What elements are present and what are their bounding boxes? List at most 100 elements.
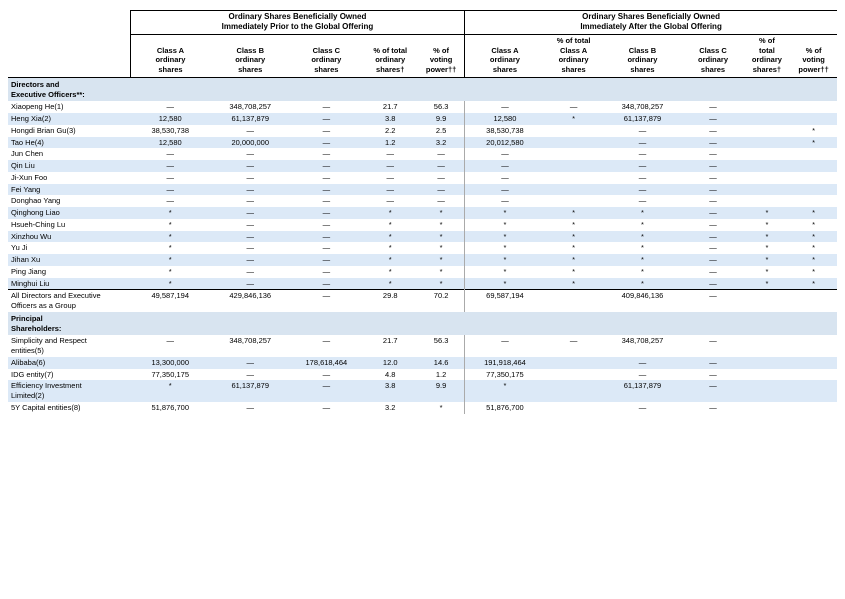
- table-cell: —: [290, 148, 362, 160]
- row-label: Jihan Xu: [8, 254, 130, 266]
- table-cell: *: [130, 266, 210, 278]
- table-cell: [790, 290, 837, 312]
- table-cell: —: [210, 402, 290, 414]
- table-cell: *: [790, 219, 837, 231]
- table-cell: 12,580: [465, 113, 545, 125]
- table-cell: [790, 184, 837, 196]
- table-cell: [790, 148, 837, 160]
- table-cell: *: [362, 242, 418, 254]
- table-cell: —: [290, 335, 362, 357]
- table-cell: —: [130, 335, 210, 357]
- row-label: Efficiency InvestmentLimited(2): [8, 380, 130, 402]
- table-cell: —: [210, 266, 290, 278]
- table-cell: [790, 335, 837, 357]
- table-cell: [545, 184, 603, 196]
- row-label: Fei Yang: [8, 184, 130, 196]
- table-cell: —: [602, 369, 682, 381]
- table-cell: —: [290, 254, 362, 266]
- table-cell: —: [290, 101, 362, 113]
- table-cell: —: [682, 207, 743, 219]
- row-label: Qin Liu: [8, 160, 130, 172]
- table-cell: [790, 402, 837, 414]
- table-cell: —: [210, 219, 290, 231]
- table-cell: 191,918,464: [465, 357, 545, 369]
- table-cell: 178,618,464: [290, 357, 362, 369]
- table-cell: —: [465, 148, 545, 160]
- table-cell: 21.7: [362, 335, 418, 357]
- table-cell: *: [790, 231, 837, 243]
- table-cell: 9.9: [418, 113, 465, 125]
- table-cell: [744, 184, 791, 196]
- table-cell: —: [465, 184, 545, 196]
- table-cell: 12,580: [130, 137, 210, 149]
- table-cell: —: [362, 172, 418, 184]
- page-container: Ordinary Shares Beneficially OwnedImmedi…: [0, 0, 845, 424]
- table-cell: *: [418, 231, 465, 243]
- table-cell: [790, 369, 837, 381]
- table-cell: —: [290, 380, 362, 402]
- table-cell: —: [290, 125, 362, 137]
- table-cell: [744, 113, 791, 125]
- table-cell: —: [290, 242, 362, 254]
- table-cell: 61,137,879: [602, 113, 682, 125]
- table-cell: —: [682, 160, 743, 172]
- prior-group-header: Ordinary Shares Beneficially OwnedImmedi…: [130, 11, 464, 35]
- table-cell: 348,708,257: [210, 335, 290, 357]
- table-cell: —: [465, 101, 545, 113]
- table-cell: *: [130, 278, 210, 290]
- table-cell: —: [682, 380, 743, 402]
- table-cell: 21.7: [362, 101, 418, 113]
- row-label: Xinzhou Wu: [8, 231, 130, 243]
- table-cell: *: [545, 219, 603, 231]
- table-cell: *: [744, 242, 791, 254]
- table-cell: *: [790, 254, 837, 266]
- table-cell: —: [210, 207, 290, 219]
- table-cell: *: [465, 380, 545, 402]
- table-cell: [744, 137, 791, 149]
- table-cell: [744, 195, 791, 207]
- table-cell: 20,000,000: [210, 137, 290, 149]
- row-label: Simplicity and Respectentities(5): [8, 335, 130, 357]
- table-cell: —: [465, 160, 545, 172]
- col-class-c-after: Class Cordinaryshares: [682, 34, 743, 77]
- row-label: Qinghong Liao: [8, 207, 130, 219]
- table-cell: *: [418, 266, 465, 278]
- table-cell: *: [790, 207, 837, 219]
- table-cell: [545, 172, 603, 184]
- table-cell: —: [290, 160, 362, 172]
- table-cell: 3.2: [418, 137, 465, 149]
- table-cell: *: [744, 219, 791, 231]
- table-cell: 56.3: [418, 335, 465, 357]
- table-cell: *: [465, 231, 545, 243]
- table-cell: 13,300,000: [130, 357, 210, 369]
- table-cell: *: [602, 242, 682, 254]
- table-cell: —: [210, 148, 290, 160]
- table-cell: 61,137,879: [210, 113, 290, 125]
- after-group-header: Ordinary Shares Beneficially OwnedImmedi…: [465, 11, 837, 35]
- row-label: Ping Jiang: [8, 266, 130, 278]
- table-cell: —: [290, 266, 362, 278]
- table-cell: —: [290, 137, 362, 149]
- section-header: PrincipalShareholders:: [8, 312, 837, 336]
- table-cell: —: [602, 160, 682, 172]
- table-cell: —: [682, 172, 743, 184]
- row-label: Tao He(4): [8, 137, 130, 149]
- table-cell: 1.2: [362, 137, 418, 149]
- table-cell: 77,350,175: [465, 369, 545, 381]
- table-cell: —: [290, 195, 362, 207]
- table-cell: [744, 148, 791, 160]
- table-cell: [790, 113, 837, 125]
- table-cell: —: [682, 184, 743, 196]
- table-cell: —: [682, 195, 743, 207]
- table-cell: —: [682, 125, 743, 137]
- table-cell: *: [545, 242, 603, 254]
- table-cell: [744, 290, 791, 312]
- row-label: Ji-Xun Foo: [8, 172, 130, 184]
- table-cell: —: [682, 113, 743, 125]
- table-cell: *: [418, 219, 465, 231]
- table-cell: *: [744, 266, 791, 278]
- table-cell: 70.2: [418, 290, 465, 312]
- table-cell: —: [682, 278, 743, 290]
- table-cell: —: [290, 219, 362, 231]
- table-cell: —: [290, 184, 362, 196]
